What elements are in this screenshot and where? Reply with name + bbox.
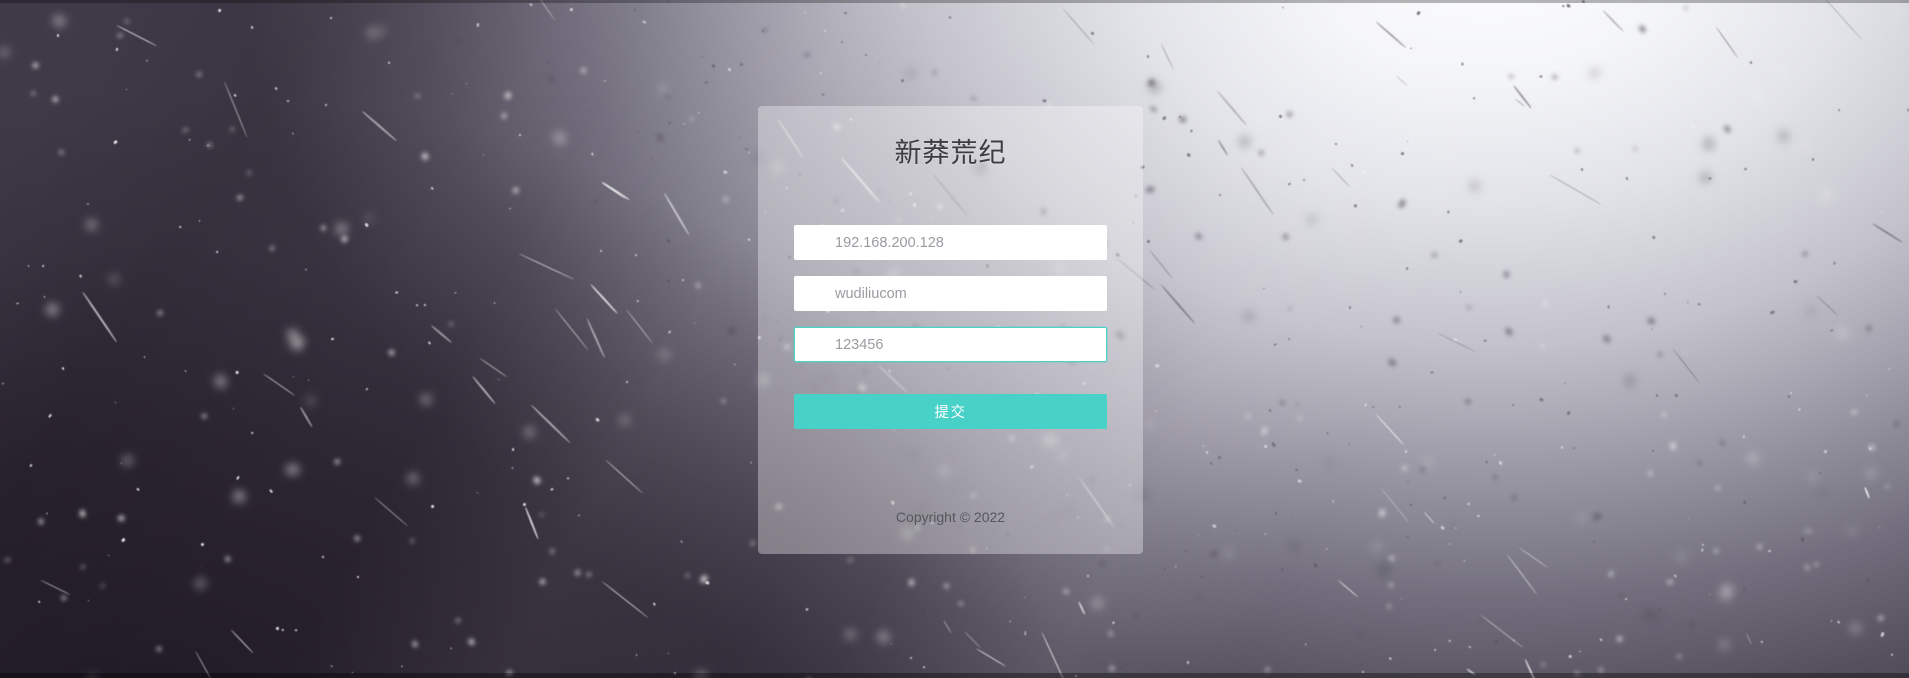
- submit-button[interactable]: 提交: [794, 394, 1107, 430]
- login-card: 新莽荒纪 192.168.200.128 wudiliucom 123456 提…: [758, 106, 1143, 554]
- bottom-edge-trim: [0, 673, 1909, 678]
- page-title: 新莽荒纪: [894, 138, 1007, 168]
- copyright-text: Copyright © 2022: [895, 509, 1006, 525]
- top-edge-trim: [0, 0, 1909, 3]
- username-input[interactable]: wudiliucom: [794, 276, 1107, 312]
- password-input[interactable]: 123456: [794, 327, 1107, 363]
- login-form: 192.168.200.128 wudiliucom 123456 提交: [794, 225, 1107, 430]
- server-address-input[interactable]: 192.168.200.128: [794, 225, 1107, 261]
